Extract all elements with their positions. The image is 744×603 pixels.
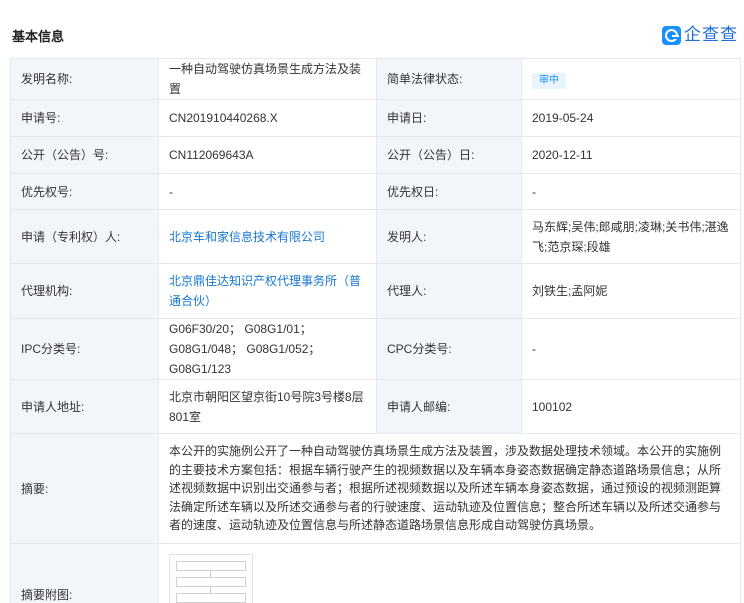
cpc-label: CPC分类号: [376,318,522,380]
table-row: 摘要附图: [10,543,741,603]
abstract-value: 本公开的实施例公开了一种自动驾驶仿真场景生成方法及装置，涉及数据处理技术领域。本… [158,433,741,544]
applicant-cell: 北京车和家信息技术有限公司 [158,209,377,264]
abstract-figure-cell [158,543,741,603]
invention-name-value: 一种自动驾驶仿真场景生成方法及装置 [158,58,377,100]
address-label: 申请人地址: [10,379,159,434]
agency-link[interactable]: 北京鼎佳达知识产权代理事务所（普通合伙） [169,274,361,308]
priority-no-value: - [158,173,377,210]
invention-name-label: 发明名称: [10,58,159,100]
postcode-value: 100102 [521,379,741,434]
inventor-value: 马东辉;吴伟;郎咸朋;凌琳;关书伟;湛逸飞;范京琛;段雄 [521,209,741,264]
status-badge: 审中 [532,73,566,89]
ipc-value: G06F30/20； G08G1/01； G08G1/048； G08G1/05… [158,318,377,380]
flowchart-step-box [176,577,246,587]
table-row: 发明名称: 一种自动驾驶仿真场景生成方法及装置 简单法律状态: 审中 [10,58,741,100]
postcode-label: 申请人邮编: [376,379,522,434]
app-date-value: 2019-05-24 [521,99,741,137]
agency-cell: 北京鼎佳达知识产权代理事务所（普通合伙） [158,263,377,319]
inventor-label: 发明人: [376,209,522,264]
table-row: 申请（专利权）人: 北京车和家信息技术有限公司 发明人: 马东辉;吴伟;郎咸朋;… [10,209,741,264]
app-date-label: 申请日: [376,99,522,137]
legal-status-cell: 审中 [521,58,741,100]
agency-label: 代理机构: [10,263,159,319]
pub-no-label: 公开（公告）号: [10,136,159,174]
pub-date-label: 公开（公告）日: [376,136,522,174]
table-row: 代理机构: 北京鼎佳达知识产权代理事务所（普通合伙） 代理人: 刘铁生;孟阿妮 [10,263,741,319]
section-title: 基本信息 [12,29,65,44]
qichacha-logo[interactable]: 企查查 [662,24,738,46]
priority-no-label: 优先权号: [10,173,159,210]
flowchart-step-box [176,593,246,603]
abstract-figure-thumbnail[interactable] [169,554,253,603]
ipc-label: IPC分类号: [10,318,159,380]
table-row: 摘要: 本公开的实施例公开了一种自动驾驶仿真场景生成方法及装置，涉及数据处理技术… [10,433,741,544]
priority-date-label: 优先权日: [376,173,522,210]
app-no-value: CN201910440268.X [158,99,377,137]
app-no-label: 申请号: [10,99,159,137]
table-row: 优先权号: - 优先权日: - [10,173,741,210]
table-row: 申请号: CN201910440268.X 申请日: 2019-05-24 [10,99,741,137]
qichacha-logo-icon [662,25,681,45]
table-row: IPC分类号: G06F30/20； G08G1/01； G08G1/048； … [10,318,741,380]
abstract-label: 摘要: [10,433,159,544]
flowchart-step-box [176,561,246,571]
priority-date-value: - [521,173,741,210]
applicant-label: 申请（专利权）人: [10,209,159,264]
applicant-link[interactable]: 北京车和家信息技术有限公司 [169,230,325,244]
address-value: 北京市朝阳区望京街10号院3号楼8层801室 [158,379,377,434]
patent-info-table: 发明名称: 一种自动驾驶仿真场景生成方法及装置 简单法律状态: 审中 申请号: … [10,58,741,603]
pub-no-value: CN112069643A [158,136,377,174]
qichacha-logo-text: 企查查 [684,25,738,44]
table-row: 申请人地址: 北京市朝阳区望京街10号院3号楼8层801室 申请人邮编: 100… [10,379,741,434]
pub-date-value: 2020-12-11 [521,136,741,174]
agent-value: 刘铁生;孟阿妮 [521,263,741,319]
cpc-value: - [521,318,741,380]
legal-status-label: 简单法律状态: [376,58,522,100]
abstract-figure-label: 摘要附图: [10,543,159,603]
agent-label: 代理人: [376,263,522,319]
table-row: 公开（公告）号: CN112069643A 公开（公告）日: 2020-12-1… [10,136,741,174]
section-header: 基本信息 企查查 [0,0,744,58]
